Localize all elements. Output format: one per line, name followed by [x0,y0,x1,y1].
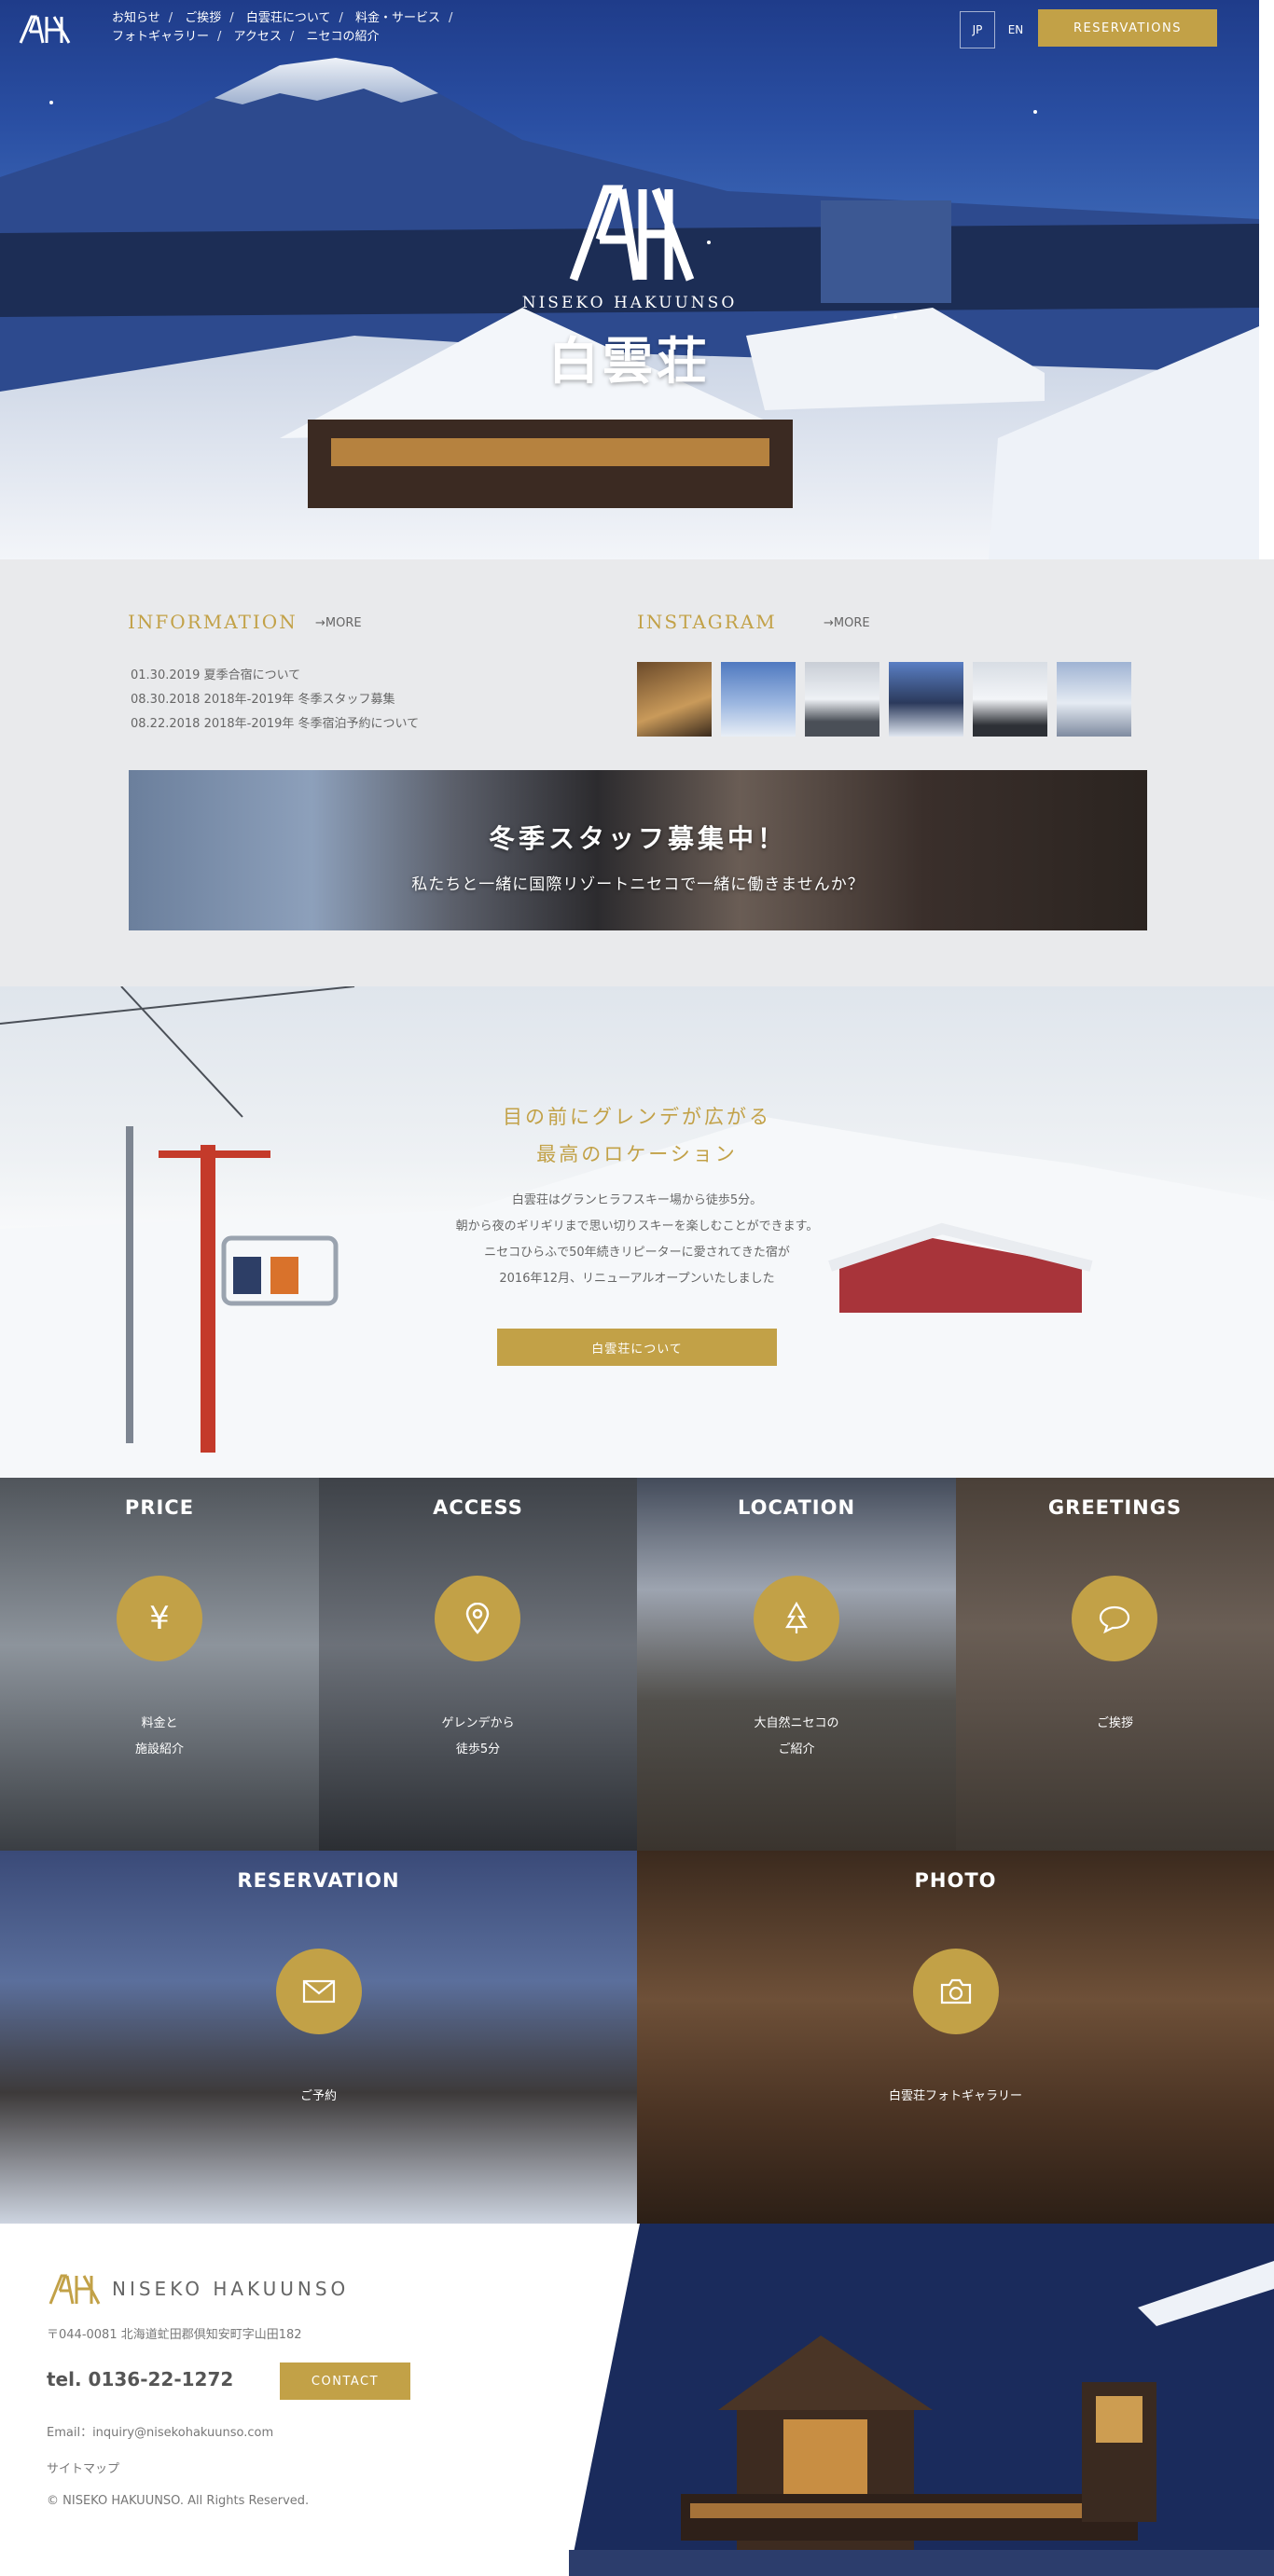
footer-brand: NISEKO HAKUUNSO [47,2272,349,2306]
footer-email[interactable]: Email：inquiry@nisekohakuunso.com [47,2422,273,2440]
recruit-banner-subtitle: 私たちと一緒に国際リゾートニセコで一緒に働きませんか？ [411,875,865,894]
site-logo[interactable] [17,13,73,45]
nav-separator: / [217,30,222,44]
about-body: 白雲荘はグランヒラフスキー場から徒歩5分。 朝から夜のギリギリまで思い切りスキー… [404,1188,870,1292]
news-list: 01.30.2019 夏季合宿について 08.30.2018 2018年-201… [131,664,419,737]
instagram-grid [637,662,1131,737]
footer-copyright: © NISEKO HAKUUNSO. All Rights Reserved. [47,2494,310,2508]
brand-logo-mark [569,185,695,282]
tile-price-title: PRICE [124,1496,195,1519]
tile-price[interactable]: PRICE ¥ 料金と 施設紹介 [0,1478,319,1851]
about-section: 目の前にグレンデが広がる 最高のロケーション 白雲荘はグランヒラフスキー場から徒… [0,986,1274,1478]
footer-building-photo [569,2224,1274,2576]
instagram-thumb[interactable] [973,662,1047,737]
footer-tel[interactable]: tel. 0136-22-1272 [47,2368,233,2390]
nav-price[interactable]: 料金・サービス [355,11,440,25]
about-body-line: 白雲荘はグランヒラフスキー場から徒歩5分。 [511,1193,763,1207]
about-heading: 目の前にグレンデが広がる 最高のロケーション [450,1098,824,1173]
envelope-icon [276,1949,362,2034]
footer: NISEKO HAKUUNSO 〒044-0081 北海道虻田郡倶知安町字山田1… [0,2224,1274,2576]
tree-icon [754,1576,839,1661]
nav-access[interactable]: アクセス [234,30,282,44]
hero: お知らせ / ご挨拶 / 白雲荘について / 料金・サービス / フォトギャラリー / ア… [0,0,1259,559]
footer-logo[interactable] [47,2272,103,2306]
instagram-thumb[interactable] [889,662,963,737]
tile-price-desc: 料金と 施設紹介 [0,1711,319,1763]
recruit-banner[interactable]: 冬季スタッフ募集中！ 私たちと一緒に国際リゾートニセコで一緒に働きませんか？ [129,770,1147,930]
hero-brand: NISEKO HAKUUNSO 白雲荘 [504,182,755,393]
tile-access[interactable]: ACCESS ゲレンデから 徒歩5分 [319,1478,637,1851]
tile-photo-desc-line: 白雲荘フォトギャラリー [888,2089,1022,2103]
tile-access-desc-line: 徒歩5分 [455,1743,501,1756]
nav-about[interactable]: 白雲荘について [246,11,331,25]
instagram-more-link[interactable]: →MORE [824,616,870,630]
news-item[interactable]: 08.22.2018 2018年-2019年 冬季宿泊予約について [131,717,419,731]
nav-separator: / [289,30,295,44]
news-item[interactable]: 01.30.2019 夏季合宿について [131,668,300,682]
instagram-title: INSTAGRAM [637,611,777,633]
instagram-thumb[interactable] [721,662,796,737]
camera-icon [913,1949,999,2034]
tile-photo[interactable]: PHOTO 白雲荘フォトギャラリー [637,1851,1274,2224]
lang-jp-button[interactable]: JP [960,11,995,48]
recruit-banner-title: 冬季スタッフ募集中！ [488,823,787,854]
tile-access-desc: ゲレンデから 徒歩5分 [319,1711,637,1763]
brand-name-en: NISEKO HAKUUNSO [521,294,738,312]
tile-location-desc-line: 大自然ニセコの [754,1716,839,1730]
lang-en-button[interactable]: EN [998,11,1033,48]
speech-bubble-icon [1072,1576,1157,1661]
tile-greetings-desc-line: ご挨拶 [1096,1716,1133,1730]
nav-separator: / [168,11,173,25]
tile-access-title: ACCESS [433,1496,523,1519]
nav-separator: / [339,11,343,25]
nav-separator: / [449,11,453,25]
tile-location-title: LOCATION [737,1496,856,1519]
about-heading-line1: 目の前にグレンデが広がる [503,1106,771,1128]
tile-greetings[interactable]: GREETINGS ご挨拶 [956,1478,1274,1851]
footer-brand-name: NISEKO HAKUUNSO [112,2278,350,2300]
nav-niseko[interactable]: ニセコの紹介 [306,30,379,44]
nav-separator: / [229,11,234,25]
about-button[interactable]: 白雲荘について [497,1329,777,1366]
information-more-link[interactable]: →MORE [315,616,362,630]
about-body-line: 朝から夜のギリギリまで思い切りスキーを楽しむことができます。 [455,1219,819,1233]
tile-reservation[interactable]: RESERVATION ご予約 [0,1851,637,2224]
brand-name-jp: 白雲荘 [548,331,711,391]
tile-reservation-desc-line: ご予約 [299,2089,337,2103]
tile-reservation-desc: ご予約 [0,2084,637,2110]
tile-reservation-title: RESERVATION [237,1869,400,1892]
yen-icon: ¥ [117,1576,202,1661]
about-heading-line2: 最高のロケーション [536,1143,738,1165]
information-title: INFORMATION [128,611,298,633]
about-body-line: 2016年12月、リニューアルオープンいたしました [499,1272,775,1286]
instagram-thumb[interactable] [1057,662,1131,737]
nav-greetings[interactable]: ご挨拶 [185,11,221,25]
nav-news[interactable]: お知らせ [112,11,160,25]
news-item[interactable]: 08.30.2018 2018年-2019年 冬季スタッフ募集 [131,693,395,707]
instagram-thumb[interactable] [637,662,712,737]
tile-greetings-title: GREETINGS [1047,1496,1183,1519]
main-nav: お知らせ / ご挨拶 / 白雲荘について / 料金・サービス / フォトギャラリー / ア… [112,9,550,47]
map-pin-icon [435,1576,520,1661]
nav-gallery[interactable]: フォトギャラリー [112,30,209,44]
tile-price-desc-line: 料金と [141,1716,178,1730]
reservations-button[interactable]: RESERVATIONS [1038,9,1217,47]
footer-address: 〒044-0081 北海道虻田郡倶知安町字山田182 [47,2328,302,2342]
tile-photo-desc: 白雲荘フォトギャラリー [637,2084,1274,2110]
about-body-line: ニセコひらふで50年続きリピーターに愛されてきた宿が [484,1246,790,1260]
tile-photo-title: PHOTO [914,1869,997,1892]
instagram-thumb[interactable] [805,662,879,737]
tile-location-desc-line: ご紹介 [778,1743,815,1756]
tile-access-desc-line: ゲレンデから [441,1716,515,1730]
tile-location[interactable]: LOCATION 大自然ニセコの ご紹介 [637,1478,956,1851]
footer-sitemap-link[interactable]: サイトマップ [47,2459,119,2476]
tile-location-desc: 大自然ニセコの ご紹介 [637,1711,956,1763]
tile-price-desc-line: 施設紹介 [134,1743,184,1756]
contact-button[interactable]: CONTACT [280,2362,410,2400]
tile-greetings-desc: ご挨拶 [956,1711,1274,1737]
